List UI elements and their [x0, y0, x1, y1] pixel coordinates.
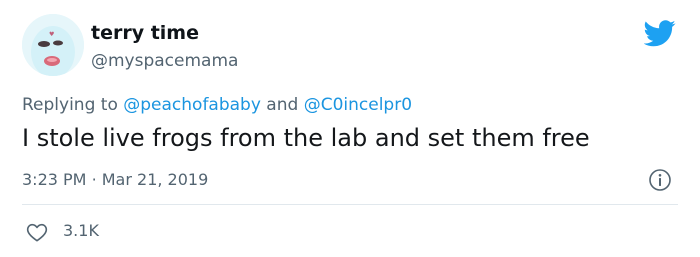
- reply-prefix: Replying to: [22, 95, 124, 115]
- tweet-date: Mar 21, 2019: [101, 170, 209, 189]
- twitter-bird-icon[interactable]: [644, 20, 676, 47]
- tweet-card: ♥ terry time @myspacemama Replying to @p…: [0, 0, 700, 257]
- mention-link[interactable]: @peachofababy: [123, 95, 261, 115]
- avatar[interactable]: ♥: [22, 14, 84, 76]
- info-icon[interactable]: [648, 168, 672, 192]
- display-name[interactable]: terry time: [91, 22, 199, 44]
- like-count: 3.1K: [63, 221, 99, 240]
- mention-link[interactable]: @C0incelpr0: [304, 95, 412, 115]
- meta-separator: ·: [91, 170, 97, 189]
- svg-text:♥: ♥: [49, 31, 54, 38]
- tweet-text: I stole live frogs from the lab and set …: [22, 124, 590, 152]
- avatar-image: ♥: [22, 14, 84, 76]
- reply-context: Replying to @peachofababy and @C0incelpr…: [22, 95, 412, 115]
- tweet-time: 3:23 PM: [22, 170, 87, 189]
- tweet-timestamp[interactable]: 3:23 PM · Mar 21, 2019: [22, 170, 208, 189]
- user-handle[interactable]: @myspacemama: [91, 51, 238, 71]
- heart-icon[interactable]: [26, 222, 48, 242]
- divider: [22, 204, 678, 205]
- reply-connector: and: [260, 95, 304, 115]
